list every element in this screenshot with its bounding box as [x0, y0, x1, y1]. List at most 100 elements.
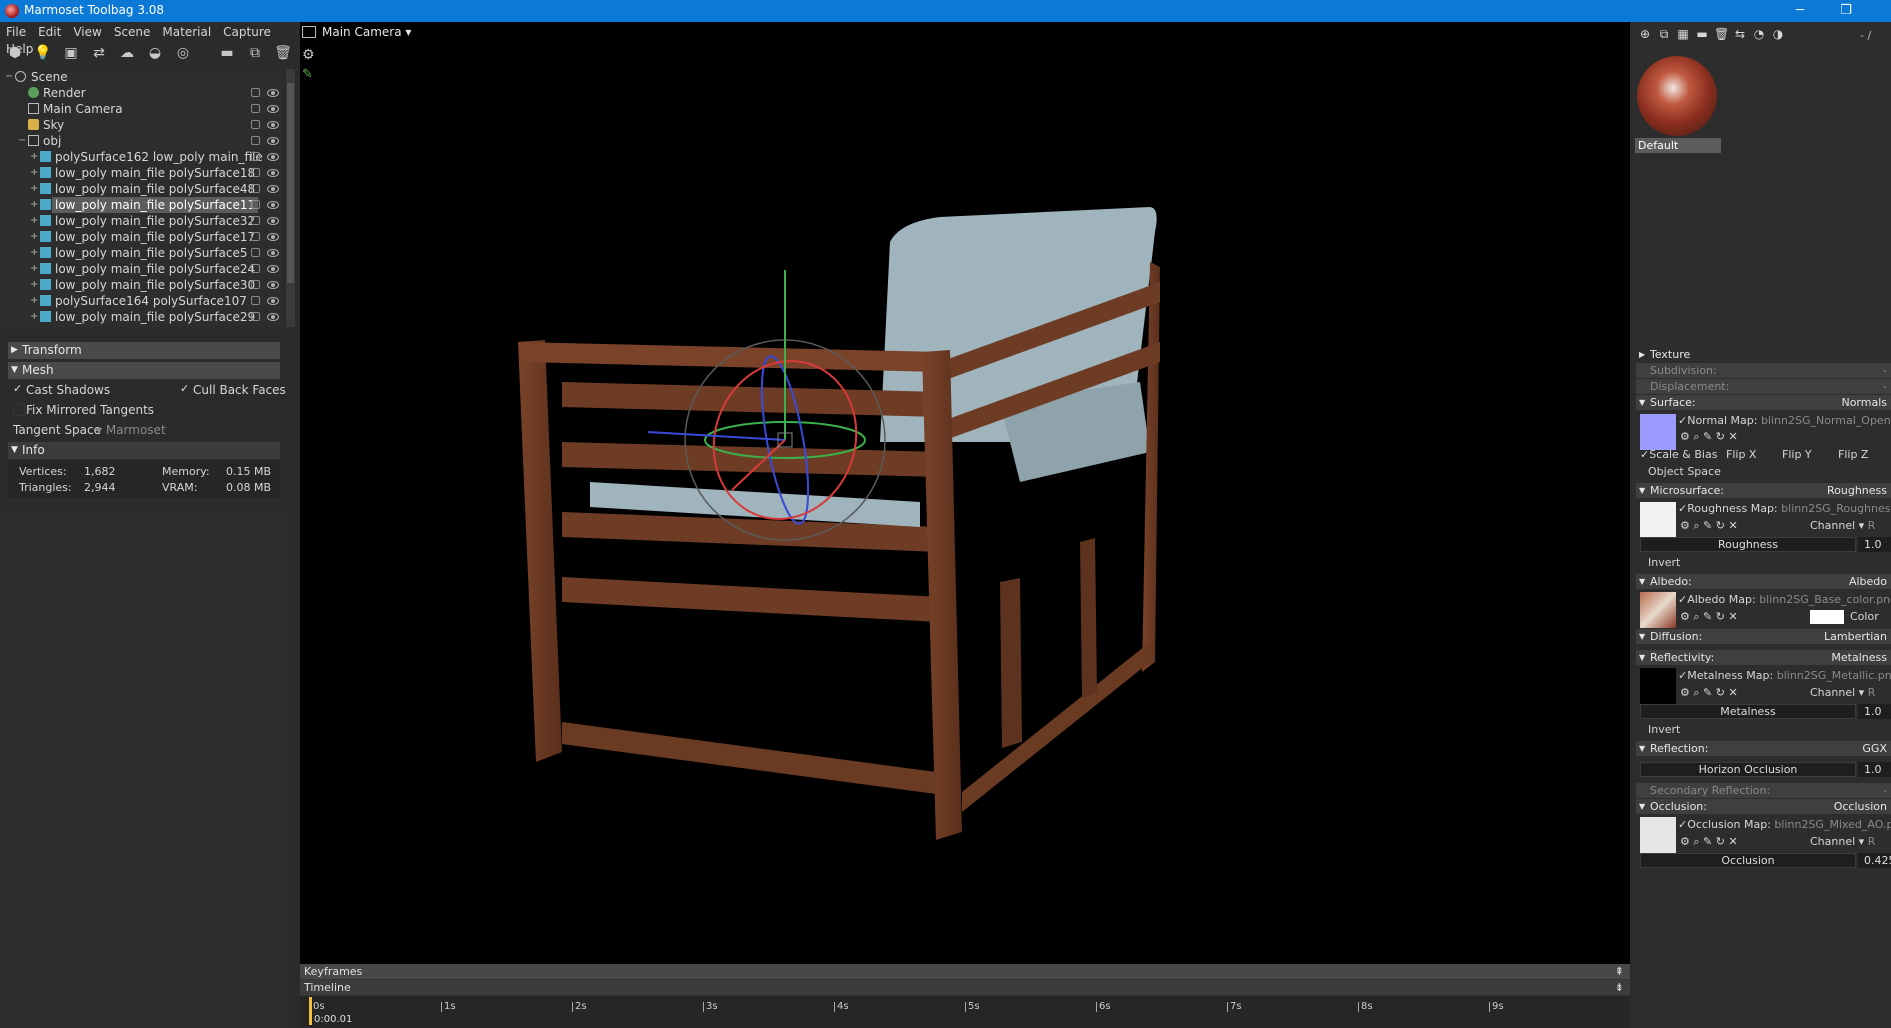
- flip-x-checkbox[interactable]: Flip X: [1726, 448, 1756, 461]
- roughness-slider[interactable]: Roughness: [1640, 537, 1856, 552]
- material-name[interactable]: Default: [1635, 138, 1721, 153]
- minimize-button[interactable]: ─: [1780, 0, 1820, 22]
- reload-icon[interactable]: ↻: [1716, 686, 1725, 699]
- new-material-icon[interactable]: ⊕: [1638, 27, 1652, 41]
- lock-icon[interactable]: [251, 312, 260, 321]
- pick-icon[interactable]: ◔: [1752, 27, 1766, 41]
- close-icon[interactable]: ✕: [1728, 430, 1737, 443]
- metalness-value[interactable]: 1.0: [1858, 704, 1891, 719]
- search-icon[interactable]: ⌕: [1693, 430, 1699, 443]
- flip-y-checkbox[interactable]: Flip Y: [1782, 448, 1812, 461]
- tree-row-main-camera[interactable]: Main Camera: [0, 101, 282, 117]
- tree-row-mesh[interactable]: + low_poly main_file polySurface17: [0, 229, 282, 245]
- search-icon[interactable]: ⌕: [1693, 686, 1699, 699]
- add-camera-icon[interactable]: ▣: [62, 44, 80, 62]
- search-icon[interactable]: ⌕: [1693, 835, 1699, 848]
- close-icon[interactable]: ✕: [1728, 835, 1737, 848]
- visibility-eye-icon[interactable]: [267, 249, 279, 257]
- tree-row-mesh[interactable]: + low_poly main_file polySurface11: [0, 197, 282, 213]
- albedo-header[interactable]: ▼ Albedo: Albedo: [1636, 574, 1891, 589]
- timeline-bar[interactable]: Timeline ⇟: [300, 980, 1630, 995]
- close-icon[interactable]: ✕: [1728, 686, 1737, 699]
- visibility-eye-icon[interactable]: [267, 265, 279, 273]
- metalness-map-file[interactable]: blinn2SG_Metallic.png: [1777, 669, 1891, 682]
- horizon-occlusion-slider[interactable]: Horizon Occlusion: [1640, 762, 1856, 777]
- close-icon[interactable]: ✕: [1728, 610, 1737, 623]
- texture-section-header[interactable]: ▶ Texture: [1636, 347, 1891, 362]
- menu-scene[interactable]: Scene: [108, 22, 157, 39]
- section-value[interactable]: Roughness: [1827, 483, 1887, 498]
- mesh-section-header[interactable]: ▼ Mesh: [8, 362, 280, 379]
- settings-gear-icon[interactable]: ⚙: [1680, 519, 1690, 532]
- tree-row-mesh[interactable]: + low_poly main_file polySurface30: [0, 277, 282, 293]
- visibility-eye-icon[interactable]: [267, 121, 279, 129]
- occlusion-slider[interactable]: Occlusion: [1640, 853, 1856, 868]
- collapse-timeline-icon[interactable]: ⇟: [1615, 980, 1624, 995]
- subdivision-header[interactable]: Subdivision: -: [1636, 363, 1891, 378]
- cull-back-faces-checkbox[interactable]: ✓: [180, 383, 190, 394]
- reload-icon[interactable]: ↻: [1716, 519, 1725, 532]
- fix-mirrored-tangents-checkbox[interactable]: [13, 404, 25, 416]
- tree-row-mesh[interactable]: + low_poly main_file polySurface48: [0, 181, 282, 197]
- albedo-color-swatch[interactable]: [1810, 610, 1844, 624]
- duplicate-material-icon[interactable]: ⧉: [1657, 27, 1671, 42]
- lock-icon[interactable]: [251, 104, 260, 113]
- visibility-eye-icon[interactable]: [267, 105, 279, 113]
- timeline-track[interactable]: [300, 996, 1630, 1028]
- edit-icon[interactable]: ✎: [1703, 519, 1712, 532]
- 3d-viewport[interactable]: Main Camera ▾ ⚙ ✎: [300, 22, 1630, 964]
- lock-icon[interactable]: [251, 248, 260, 257]
- metalness-map-thumbnail[interactable]: [1640, 668, 1676, 704]
- lock-icon[interactable]: [251, 280, 260, 289]
- tree-row-mesh[interactable]: + low_poly main_file polySurface24: [0, 261, 282, 277]
- object-space-checkbox[interactable]: Object Space: [1648, 465, 1721, 478]
- section-value[interactable]: GGX: [1862, 741, 1887, 756]
- visibility-eye-icon[interactable]: [267, 153, 279, 161]
- material-preview-sphere[interactable]: [1637, 56, 1717, 136]
- lock-icon[interactable]: [251, 152, 260, 161]
- section-value[interactable]: Albedo: [1849, 574, 1887, 589]
- lock-icon[interactable]: [251, 216, 260, 225]
- visibility-eye-icon[interactable]: [267, 137, 279, 145]
- lock-icon[interactable]: [251, 168, 260, 177]
- expand-icon[interactable]: +: [30, 216, 38, 226]
- occlusion-value[interactable]: 0.425: [1858, 853, 1891, 868]
- add-shadow-catcher-icon[interactable]: ◒: [146, 44, 164, 62]
- tree-row-obj[interactable]: − obj: [0, 133, 282, 149]
- checker-icon[interactable]: ▦: [1676, 27, 1690, 41]
- lock-icon[interactable]: [251, 200, 260, 209]
- microsurface-header[interactable]: ▼ Microsurface: Roughness: [1636, 483, 1891, 498]
- visibility-eye-icon[interactable]: [267, 313, 279, 321]
- roughness-map-file[interactable]: blinn2SG_Roughness.png: [1781, 502, 1891, 515]
- add-fog-icon[interactable]: ☁: [118, 44, 136, 62]
- expand-icon[interactable]: +: [30, 168, 38, 178]
- albedo-map-file[interactable]: blinn2SG_Base_color.png: [1759, 593, 1891, 606]
- metalness-slider[interactable]: Metalness: [1640, 704, 1856, 719]
- roughness-value[interactable]: 1.0: [1858, 537, 1891, 552]
- cast-shadows-checkbox[interactable]: ✓: [13, 383, 23, 394]
- section-value[interactable]: Occlusion: [1834, 799, 1887, 814]
- visibility-eye-icon[interactable]: [267, 233, 279, 241]
- expand-icon[interactable]: +: [30, 296, 38, 306]
- lock-icon[interactable]: [251, 88, 260, 97]
- expand-icon[interactable]: +: [30, 232, 38, 242]
- menu-capture[interactable]: Capture: [217, 22, 277, 39]
- edit-icon[interactable]: ✎: [1703, 686, 1712, 699]
- sofa-model[interactable]: [300, 22, 1630, 964]
- visibility-eye-icon[interactable]: [267, 217, 279, 225]
- occlusion-map-file[interactable]: blinn2SG_Mixed_AO.png: [1774, 818, 1891, 831]
- tree-row-mesh[interactable]: + polySurface164 polySurface107: [0, 293, 282, 309]
- expand-icon[interactable]: +: [30, 152, 38, 162]
- occlusion-map-thumbnail[interactable]: [1640, 817, 1676, 853]
- diffusion-header[interactable]: ▼ Diffusion: Lambertian: [1636, 629, 1891, 644]
- visibility-eye-icon[interactable]: [267, 297, 279, 305]
- menu-material[interactable]: Material: [156, 22, 217, 39]
- tree-row-mesh[interactable]: + low_poly main_file polySurface18: [0, 165, 282, 181]
- close-icon[interactable]: ✕: [1728, 519, 1737, 532]
- open-folder-icon[interactable]: ▬: [218, 44, 236, 62]
- assign-icon[interactable]: ⇆: [1733, 27, 1747, 41]
- expand-icon[interactable]: +: [30, 248, 38, 258]
- secondary-reflection-header[interactable]: Secondary Reflection: -: [1636, 783, 1891, 798]
- edit-icon[interactable]: ✎: [1703, 430, 1712, 443]
- add-light-icon[interactable]: 💡: [34, 44, 52, 62]
